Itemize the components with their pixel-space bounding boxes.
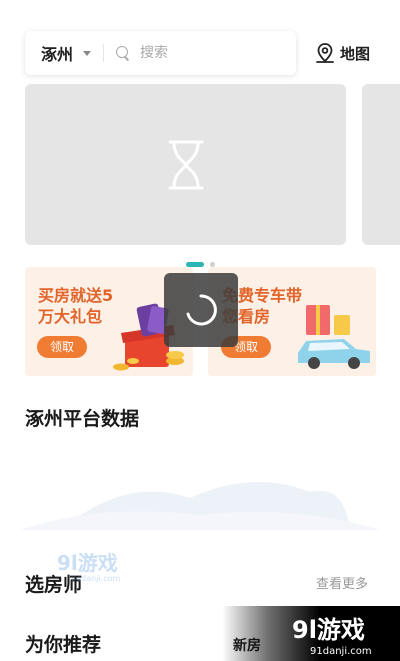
search-input[interactable] [140,45,281,61]
promo-claim-button[interactable]: 领取 [37,336,87,358]
spinner-icon [186,294,217,326]
map-label: 地图 [340,44,371,63]
view-more-link[interactable]: 查看更多 [316,573,368,592]
watermark-logo-small: 9l游戏 91danji.com [57,551,121,583]
search-icon [116,46,130,60]
svg-text:9l游戏: 9l游戏 [57,551,118,575]
banner-slide[interactable] [25,84,346,245]
recommend-title: 为你推荐 [25,634,102,656]
watermark-logo: 9l游戏 91danji.com [222,606,400,661]
map-pin-icon [316,43,334,63]
search-bar: 涿州 [25,31,296,75]
platform-data-title: 涿州平台数据 [25,408,140,430]
chevron-down-icon [83,50,92,56]
svg-text:91danji.com: 91danji.com [310,646,372,657]
city-selector[interactable]: 涿州 [25,31,92,75]
loading-spinner [164,273,238,347]
map-button[interactable]: 地图 [314,41,370,65]
banner-slide-next[interactable] [362,84,400,245]
mountain-illustration [20,481,380,530]
search-divider [103,44,105,62]
car-icon [298,305,370,369]
hourglass-icon [168,140,203,189]
svg-text:9l游戏: 9l游戏 [292,616,365,644]
svg-text:91danji.com: 91danji.com [71,574,121,583]
watermark-logo-art: 9l游戏 91danji.com [292,616,372,657]
city-label: 涿州 [41,45,74,64]
